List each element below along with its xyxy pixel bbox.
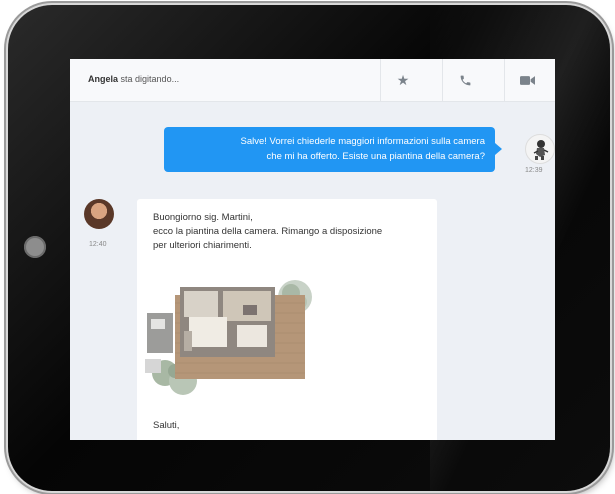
outgoing-time: 12:39 <box>525 167 543 174</box>
incoming-text-line3: per ulteriori chiarimenti. <box>153 240 252 251</box>
chat-header: Angela sta digitando... ★ <box>70 59 555 102</box>
outgoing-text-line1: Salve! Vorrei chiederle maggiori informa… <box>240 136 485 147</box>
phone-icon <box>460 75 470 85</box>
outgoing-text-line2: che mi ha offerto. Esiste una piantina d… <box>266 151 485 162</box>
bed <box>189 317 227 347</box>
call-button[interactable] <box>442 59 487 101</box>
bathtub <box>145 359 161 373</box>
floor-plan-image[interactable] <box>145 273 315 403</box>
closing-greeting: Saluti, <box>153 420 180 431</box>
bubble-tail <box>495 143 502 155</box>
incoming-text-line2: ecco la piantina della camera. Rimango a… <box>153 226 383 237</box>
contact-avatar[interactable] <box>84 199 114 229</box>
outgoing-message[interactable]: Salve! Vorrei chiederle maggiori informa… <box>164 127 495 172</box>
favorite-button[interactable]: ★ <box>380 59 425 101</box>
typing-indicator: Angela sta digitando... <box>88 74 179 84</box>
user-avatar[interactable] <box>525 134 555 164</box>
incoming-message[interactable]: Buongiorno sig. Martini, ecco la piantin… <box>137 199 437 440</box>
typing-status: sta digitando... <box>120 74 180 84</box>
incoming-closing: Saluti, <box>153 419 179 433</box>
chat-screen: Angela sta digitando... ★ Salve! Vorrei … <box>70 59 555 440</box>
contact-name: Angela <box>88 74 119 84</box>
video-call-button[interactable] <box>504 59 549 101</box>
home-button[interactable] <box>24 236 46 258</box>
incoming-text-line1: Buongiorno sig. Martini, <box>153 212 253 223</box>
incoming-text: Buongiorno sig. Martini, ecco la piantin… <box>153 211 433 253</box>
incoming-time: 12:40 <box>89 241 107 248</box>
star-icon: ★ <box>396 71 410 88</box>
video-camera-icon <box>519 75 535 85</box>
avatar-illustration <box>533 140 549 160</box>
